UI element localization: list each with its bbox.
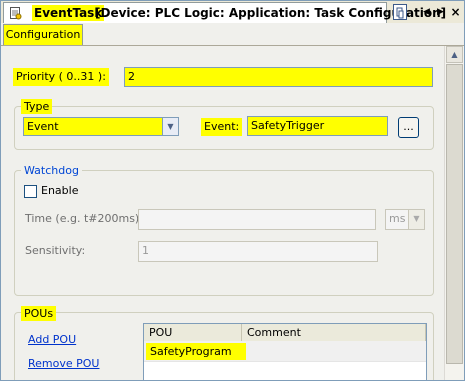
time-label: Time (e.g. t#200ms): bbox=[25, 212, 143, 225]
tab-list-icon[interactable] bbox=[393, 4, 407, 20]
time-unit-select[interactable]: ms ▼ bbox=[385, 209, 425, 230]
chevron-down-icon[interactable]: ▼ bbox=[162, 118, 178, 135]
type-select-value: Event bbox=[27, 120, 59, 133]
priority-input[interactable]: 2 bbox=[124, 67, 433, 87]
editor-tab-bar: EventTask [Device: PLC Logic: Applicatio… bbox=[1, 1, 464, 24]
right-arrow-icon[interactable]: ▶ bbox=[434, 5, 447, 19]
pou-table: POU Comment SafetyProgram bbox=[143, 323, 427, 380]
sensitivity-label: Sensitivity: bbox=[25, 244, 86, 257]
type-group-title: Type bbox=[21, 99, 53, 114]
editor-window: EventTask [Device: PLC Logic: Applicatio… bbox=[0, 0, 465, 381]
browse-event-button[interactable]: ... bbox=[398, 117, 419, 138]
column-header-pou[interactable]: POU bbox=[144, 324, 242, 341]
sensitivity-input[interactable]: 1 bbox=[138, 241, 378, 262]
type-select[interactable]: Event ▼ bbox=[23, 117, 179, 136]
chevron-down-icon[interactable]: ▼ bbox=[408, 210, 424, 229]
add-pou-link[interactable]: Add POU bbox=[28, 332, 76, 347]
enable-checkbox[interactable] bbox=[24, 185, 37, 198]
left-arrow-icon[interactable]: ◀ bbox=[420, 5, 433, 19]
tab-configuration[interactable]: Configuration bbox=[3, 24, 83, 45]
event-input[interactable]: SafetyTrigger bbox=[247, 116, 388, 136]
scroll-up-icon[interactable]: ▲ bbox=[446, 46, 463, 63]
task-doc-icon bbox=[8, 6, 22, 20]
vertical-scrollbar[interactable]: ▲ bbox=[444, 46, 464, 380]
table-row[interactable]: SafetyProgram bbox=[144, 341, 426, 362]
enable-label: Enable bbox=[41, 184, 79, 197]
sub-tab-bar: Configuration bbox=[1, 23, 464, 46]
pous-group-title: POUs bbox=[21, 306, 57, 321]
close-icon[interactable]: × bbox=[449, 5, 462, 19]
editor-tab-title: EventTask bbox=[32, 5, 105, 21]
comment-cell[interactable] bbox=[244, 343, 424, 360]
time-input[interactable] bbox=[138, 209, 376, 230]
watchdog-group-title: Watchdog bbox=[21, 163, 82, 178]
time-unit-value: ms bbox=[389, 212, 406, 225]
priority-label: Priority ( 0..31 ): bbox=[13, 68, 109, 86]
configuration-panel: Priority ( 0..31 ): 2 Type Event ▼ Event… bbox=[1, 46, 444, 380]
event-label: Event: bbox=[201, 118, 243, 136]
scrollbar-thumb[interactable] bbox=[446, 64, 463, 364]
column-header-comment[interactable]: Comment bbox=[242, 324, 426, 341]
pou-cell[interactable]: SafetyProgram bbox=[146, 343, 246, 360]
remove-pou-link[interactable]: Remove POU bbox=[28, 356, 99, 371]
editor-tab[interactable]: EventTask [Device: PLC Logic: Applicatio… bbox=[3, 2, 446, 23]
pou-table-header: POU Comment bbox=[144, 324, 426, 342]
